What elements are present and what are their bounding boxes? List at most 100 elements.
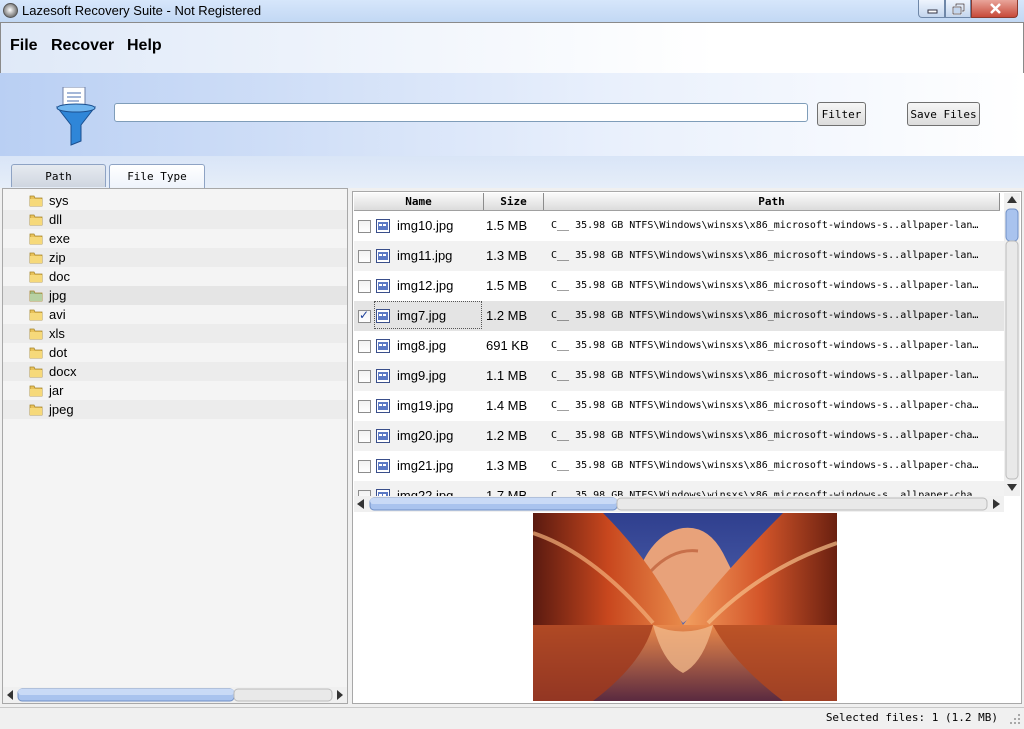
table-row[interactable]: img11.jpg 1.3 MB C__ 35.98 GB NTFS\Windows… (354, 241, 1004, 271)
tree-item-exe[interactable]: exe (3, 229, 347, 248)
tree-item-zip[interactable]: zip (3, 248, 347, 267)
tree-item-dot[interactable]: dot (3, 343, 347, 362)
tree-horizontal-scrollbar[interactable] (3, 687, 347, 703)
folder-icon (29, 385, 43, 397)
tree-item-label: docx (49, 364, 77, 379)
column-header-size[interactable]: Size (484, 193, 544, 210)
cell-size: 1.7 MB (486, 488, 528, 496)
tree-item-sys[interactable]: sys (3, 191, 347, 210)
cell-size: 1.3 MB (486, 458, 528, 473)
cell-size: 1.3 MB (486, 248, 528, 263)
image-file-icon (376, 429, 390, 443)
table-row[interactable]: img21.jpg 1.3 MB C__ 35.98 GB NTFS\Windows… (354, 451, 1004, 481)
tree-item-label: dot (49, 345, 68, 360)
row-checkbox[interactable] (358, 340, 371, 353)
filter-funnel-icon (55, 87, 97, 146)
tree-item-jpeg[interactable]: jpeg (3, 400, 347, 419)
tab-path[interactable]: Path (11, 164, 106, 187)
cell-size: 691 KB (486, 338, 529, 353)
tree-item-label: dll (49, 212, 63, 227)
menu-help[interactable]: Help (127, 37, 162, 55)
table-row[interactable]: img10.jpg 1.5 MB C__ 35.98 GB NTFS\Windows… (354, 211, 1004, 241)
image-preview (533, 513, 837, 701)
cell-path: C__ 35.98 GB NTFS\Windows\winsxs\x86_mic… (551, 460, 979, 471)
table-vertical-scrollbar[interactable] (1004, 193, 1020, 496)
filter-button[interactable]: Filter (817, 102, 866, 126)
file-list-table: img10.jpg 1.5 MB C__ 35.98 GB NTFS\Windows… (354, 211, 1004, 496)
image-file-icon (376, 399, 390, 413)
row-checkbox[interactable] (358, 308, 371, 323)
cell-name: img8.jpg (397, 338, 447, 353)
table-row[interactable]: img8.jpg 691 KB C__ 35.98 GB NTFS\Windows\… (354, 331, 1004, 361)
tree-item-doc[interactable]: doc (3, 267, 347, 286)
cell-name: img20.jpg (397, 428, 454, 443)
row-checkbox[interactable] (358, 220, 371, 233)
cell-size: 1.4 MB (486, 398, 528, 413)
table-row[interactable]: img7.jpg 1.2 MB C__ 35.98 GB NTFS\Windows\… (354, 301, 1004, 331)
table-hscroll-graphic (357, 497, 1000, 511)
tree-item-label: doc (49, 269, 70, 284)
cell-path: C__ 35.98 GB NTFS\Windows\winsxs\x86_mic… (551, 310, 979, 321)
menu-file[interactable]: File (10, 37, 38, 55)
cell-size: 1.5 MB (486, 278, 528, 293)
tree-item-avi[interactable]: avi (3, 305, 347, 324)
tree-scrollbar-graphic (7, 688, 343, 702)
filter-input[interactable] (114, 103, 808, 122)
cell-name: img9.jpg (397, 368, 447, 383)
cell-name: img12.jpg (397, 278, 454, 293)
close-icon (990, 3, 1001, 14)
status-bar: Selected files: 1 (1.2 MB) (0, 707, 1024, 729)
table-row[interactable]: img20.jpg 1.2 MB C__ 35.98 GB NTFS\Windows… (354, 421, 1004, 451)
cell-name: img7.jpg (397, 308, 447, 323)
row-checkbox[interactable] (358, 370, 371, 383)
tree-item-jpg[interactable]: jpg (3, 286, 347, 305)
tree-item-dll[interactable]: dll (3, 210, 347, 229)
folder-icon (29, 309, 43, 321)
row-checkbox[interactable] (358, 400, 371, 413)
minimize-button[interactable] (918, 0, 945, 18)
resize-grip-icon[interactable] (1008, 712, 1022, 726)
tree-item-label: jpeg (49, 402, 74, 417)
menu-bar: File Recover Help (0, 22, 1024, 74)
column-header-path[interactable]: Path (544, 193, 1000, 210)
app-icon[interactable] (3, 3, 18, 18)
title-bar: Lazesoft Recovery Suite - Not Registered (0, 0, 1024, 23)
folder-icon (29, 233, 43, 245)
tree-item-docx[interactable]: docx (3, 362, 347, 381)
cell-path: C__ 35.98 GB NTFS\Windows\winsxs\x86_mic… (551, 370, 979, 381)
close-button[interactable] (971, 0, 1018, 18)
menu-recover[interactable]: Recover (51, 37, 114, 55)
table-horizontal-scrollbar[interactable] (354, 496, 1004, 512)
table-row[interactable]: img19.jpg 1.4 MB C__ 35.98 GB NTFS\Windows… (354, 391, 1004, 421)
cell-size: 1.2 MB (486, 428, 528, 443)
folder-icon (29, 366, 43, 378)
folder-icon (29, 271, 43, 283)
tree-item-xls[interactable]: xls (3, 324, 347, 343)
table-row[interactable]: img22.jpg 1.7 MB C__ 35.98 GB NTFS\Windows… (354, 481, 1004, 496)
folder-icon (29, 195, 43, 207)
save-files-button[interactable]: Save Files (907, 102, 980, 126)
cell-size: 1.5 MB (486, 218, 528, 233)
table-row[interactable]: img9.jpg 1.1 MB C__ 35.98 GB NTFS\Windows\… (354, 361, 1004, 391)
table-row[interactable]: img12.jpg 1.5 MB C__ 35.98 GB NTFS\Windows… (354, 271, 1004, 301)
right-header-strip (350, 156, 1024, 188)
restore-icon (952, 3, 965, 15)
tree-item-jar[interactable]: jar (3, 381, 347, 400)
row-checkbox[interactable] (358, 460, 371, 473)
tree-item-label: zip (49, 250, 66, 265)
column-header-name[interactable]: Name (354, 193, 484, 210)
folder-icon (29, 347, 43, 359)
tab-file-type[interactable]: File Type (109, 164, 205, 188)
row-checkbox[interactable] (358, 280, 371, 293)
cell-size: 1.1 MB (486, 368, 528, 383)
tree-item-label: exe (49, 231, 70, 246)
row-checkbox[interactable] (358, 250, 371, 263)
maximize-button[interactable] (945, 0, 971, 18)
cell-path: C__ 35.98 GB NTFS\Windows\winsxs\x86_mic… (551, 250, 979, 261)
cell-path: C__ 35.98 GB NTFS\Windows\winsxs\x86_mic… (551, 220, 979, 231)
cell-name: img19.jpg (397, 398, 454, 413)
status-selected-files: Selected files: 1 (1.2 MB) (825, 711, 998, 724)
folder-icon (29, 404, 43, 416)
row-checkbox[interactable] (358, 430, 371, 443)
image-file-icon (376, 219, 390, 233)
